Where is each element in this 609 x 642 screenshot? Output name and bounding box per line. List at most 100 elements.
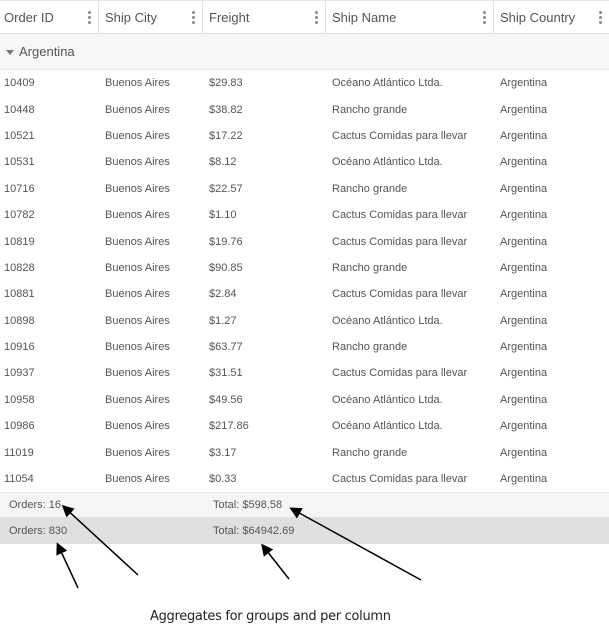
cell-order-id: 10531 (4, 156, 35, 169)
cell-ship-city: Buenos Aires (105, 235, 170, 248)
column-header-label: Ship City (105, 9, 158, 25)
column-header-ship-name[interactable]: Ship Name (326, 1, 494, 33)
column-header-ship-city[interactable]: Ship City (99, 1, 203, 33)
table-row[interactable]: 10881 Buenos Aires $2.84 Cactus Comidas par… (0, 281, 609, 307)
cell-ship-city: Buenos Aires (105, 341, 170, 354)
table-row[interactable]: 10937 Buenos Aires $31.51 Cactus Comidas pa… (0, 360, 609, 386)
column-header-order-id[interactable]: Order ID (0, 1, 99, 33)
table-row[interactable]: 10409 Buenos Aires $29.83 Océano Atlántico … (0, 70, 609, 96)
group-orders-count: Orders: 16 (9, 499, 61, 512)
cell-ship-country: Argentina (500, 473, 548, 486)
cell-ship-country: Argentina (500, 77, 548, 90)
more-vertical-icon[interactable] (88, 11, 92, 25)
group-row-argentina[interactable]: Argentina (0, 34, 609, 70)
cell-ship-country: Argentina (500, 103, 548, 116)
cell-ship-country: Argentina (500, 209, 548, 222)
arrow-to-grand-orders (56, 542, 79, 589)
cell-ship-city: Buenos Aires (105, 156, 170, 169)
cell-ship-city: Buenos Aires (105, 367, 170, 380)
cell-order-id: 10448 (4, 103, 35, 116)
table-row[interactable]: 10448 Buenos Aires $38.82 Rancho grande Arge… (0, 96, 609, 122)
more-vertical-icon[interactable] (483, 11, 487, 25)
cell-ship-name: Océano Atlántico Ltda. (332, 314, 443, 327)
table-row[interactable]: 10716 Buenos Aires $22.57 Rancho grande Arge… (0, 176, 609, 202)
cell-ship-name: Rancho grande (332, 182, 408, 195)
more-vertical-icon[interactable] (192, 11, 196, 25)
column-header-ship-country[interactable]: Ship Country (494, 1, 609, 33)
table-row[interactable]: 10958 Buenos Aires $49.56 Océano Atlántico … (0, 387, 609, 413)
cell-order-id: 10898 (4, 314, 35, 327)
table-row[interactable]: 10782 Buenos Aires $1.10 Cactus Comidas par… (0, 202, 609, 228)
cell-order-id: 10409 (4, 77, 35, 90)
table-row[interactable]: 11054 Buenos Aires $0.33 Cactus Comidas par… (0, 466, 609, 492)
group-label: Argentina (19, 44, 75, 59)
cell-order-id: 10716 (4, 182, 35, 195)
cell-freight: $17.22 (209, 129, 243, 142)
more-vertical-icon[interactable] (315, 11, 319, 25)
cell-ship-city: Buenos Aires (105, 77, 170, 90)
cell-ship-country: Argentina (500, 393, 548, 406)
table-row[interactable]: 10916 Buenos Aires $63.77 Rancho grande Arge… (0, 334, 609, 360)
cell-freight: $22.57 (209, 182, 243, 195)
grand-freight-total: Total: $64942.69 (213, 524, 295, 537)
arrow-to-grand-total (261, 543, 290, 580)
cell-ship-country: Argentina (500, 367, 548, 380)
cell-order-id: 10782 (4, 209, 35, 222)
cell-ship-country: Argentina (500, 156, 548, 169)
column-header-label: Order ID (4, 9, 54, 25)
table-row[interactable]: 10898 Buenos Aires $1.27 Océano Atlántico L… (0, 308, 609, 334)
cell-freight: $90.85 (209, 261, 243, 274)
cell-freight: $2.84 (209, 288, 237, 301)
cell-ship-city: Buenos Aires (105, 103, 170, 116)
cell-freight: $3.17 (209, 446, 237, 459)
cell-ship-country: Argentina (500, 182, 548, 195)
cell-freight: $49.56 (209, 393, 243, 406)
group-freight-total: Total: $598.58 (213, 499, 283, 512)
cell-ship-country: Argentina (500, 341, 548, 354)
cell-ship-city: Buenos Aires (105, 288, 170, 301)
cell-ship-city: Buenos Aires (105, 393, 170, 406)
cell-freight: $29.83 (209, 77, 243, 90)
table-row[interactable]: 10521 Buenos Aires $17.22 Cactus Comidas pa… (0, 123, 609, 149)
cell-ship-country: Argentina (500, 288, 548, 301)
cell-ship-country: Argentina (500, 235, 548, 248)
cell-order-id: 10819 (4, 235, 35, 248)
cell-ship-name: Océano Atlántico Ltda. (332, 77, 443, 90)
cell-order-id: 10937 (4, 367, 35, 380)
cell-ship-city: Buenos Aires (105, 261, 170, 274)
cell-freight: $19.76 (209, 235, 243, 248)
group-row-cell: Argentina (0, 34, 609, 69)
cell-freight: $0.33 (209, 473, 237, 486)
cell-freight: $38.82 (209, 103, 243, 116)
cell-ship-name: Cactus Comidas para llevar (332, 129, 468, 142)
cell-order-id: 10521 (4, 129, 35, 142)
cell-order-id: 11019 (4, 446, 34, 459)
table-row[interactable]: 10828 Buenos Aires $90.85 Rancho grande Arge… (0, 255, 609, 281)
cell-order-id: 10881 (4, 288, 35, 301)
caret-down-icon[interactable] (6, 49, 14, 55)
cell-order-id: 10958 (4, 393, 35, 406)
more-vertical-icon[interactable] (599, 11, 603, 25)
cell-freight: $217.86 (209, 420, 249, 433)
table-row[interactable]: 10531 Buenos Aires $8.12 Océano Atlántico L… (0, 149, 609, 175)
cell-ship-city: Buenos Aires (105, 182, 170, 195)
cell-ship-country: Argentina (500, 129, 548, 142)
table-row[interactable]: 11019 Buenos Aires $3.17 Rancho grande Argen… (0, 439, 609, 465)
cell-freight: $1.27 (209, 314, 237, 327)
table-row[interactable]: 10986 Buenos Aires $217.86 Océano Atlántico… (0, 413, 609, 439)
cell-freight: $8.12 (209, 156, 237, 169)
table-row[interactable]: 10819 Buenos Aires $19.76 Cactus Comidas pa… (0, 228, 609, 254)
cell-ship-name: Océano Atlántico Ltda. (332, 393, 443, 406)
cell-freight: $31.51 (209, 367, 243, 380)
cell-ship-name: Rancho grande (332, 261, 408, 274)
column-header-freight[interactable]: Freight (203, 1, 326, 33)
column-header-label: Ship Name (332, 9, 397, 25)
cell-ship-country: Argentina (500, 446, 548, 459)
cell-ship-name: Rancho grande (332, 446, 408, 459)
group-summary-row: Orders: 16 Total: $598.58 (0, 492, 609, 518)
cell-ship-name: Cactus Comidas para llevar (332, 235, 468, 248)
cell-ship-city: Buenos Aires (105, 209, 170, 222)
cell-order-id: 10916 (4, 341, 35, 354)
column-header-label: Ship Country (500, 9, 576, 25)
cell-ship-city: Buenos Aires (105, 314, 170, 327)
